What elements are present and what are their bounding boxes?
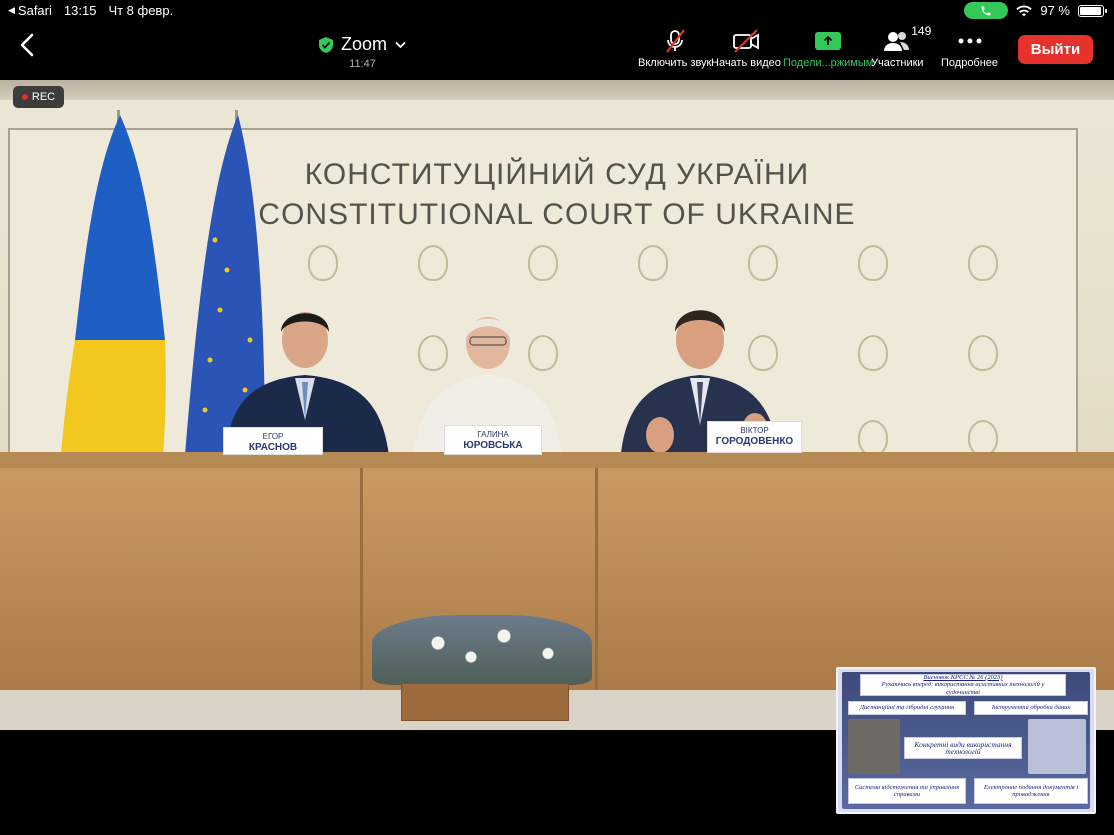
nameplate-first-name: ЕГОР [262, 432, 284, 441]
ukraine-flag [75, 115, 165, 340]
phone-icon [981, 6, 991, 15]
video-feed[interactable]: КОНСТИТУЦІЙНИЙ СУД УКРАЇНИ CONSTITUTIONA… [0, 80, 1114, 730]
wifi-icon [1016, 5, 1032, 16]
slide-photo-courtroom [848, 719, 900, 774]
court-emblem [858, 420, 888, 456]
battery-percent: 97 % [1040, 3, 1070, 18]
rec-label: REC [31, 91, 56, 103]
nameplate-first-name: ГАЛИНА [477, 430, 509, 439]
unmute-label: Включить звук [638, 57, 712, 69]
back-triangle-icon: ◀ [8, 5, 15, 15]
shared-slide-thumbnail[interactable]: Висновок КРЄС № 26 (2023) Рухаючись впер… [836, 667, 1096, 814]
court-emblem [968, 420, 998, 456]
recording-indicator: REC [13, 86, 64, 108]
share-screen-icon [815, 32, 842, 50]
ceiling [0, 80, 1114, 102]
recording-dot-icon [21, 94, 28, 100]
court-emblem [968, 245, 998, 281]
shield-check-icon [318, 36, 333, 53]
nameplate-yurovska: ГАЛИНА ЮРОВСЬКА [444, 425, 542, 455]
microphone-muted-icon [665, 29, 685, 53]
flower-arrangement [372, 615, 592, 685]
more-label: Подробнее [941, 57, 999, 69]
participants-count: 149 [911, 24, 932, 38]
nameplate-gorodovenko: ВІКТОР ГОРОДОВЕНКО [707, 421, 802, 453]
desk-panel-divider [360, 468, 363, 700]
court-emblem [858, 245, 888, 281]
desk-panel-divider [595, 468, 598, 700]
start-video-button[interactable]: Начать видео [711, 28, 781, 69]
court-emblem [858, 335, 888, 371]
more-button[interactable]: Подробнее [941, 28, 998, 69]
unmute-button[interactable]: Включить звук [638, 28, 711, 69]
slide-box-efiling: Електронне подання документів і провадже… [974, 778, 1088, 804]
back-button[interactable] [14, 30, 40, 60]
ellipsis-icon [958, 38, 982, 44]
ios-status-bar: ◀ Safari 13:15 Чт 8 февр. 97 % [0, 0, 1114, 22]
status-date: Чт 8 февр. [108, 3, 174, 18]
slide-header-box: Висновок КРЄС № 26 (2023) Рухаючись впер… [860, 674, 1066, 696]
nameplate-last-name: ЮРОВСЬКА [463, 440, 523, 451]
chevron-down-icon [395, 41, 406, 48]
meeting-title-button[interactable]: Zoom 11:47 [310, 34, 415, 70]
court-emblem [418, 245, 448, 281]
battery-icon [1078, 4, 1107, 17]
participants-button[interactable]: 149 Участники [871, 24, 931, 69]
participants-label: Участники [871, 57, 924, 69]
court-emblem [748, 245, 778, 281]
meeting-title: Zoom [340, 34, 387, 54]
zoom-toolbar: Zoom 11:47 Включить звук Начать видео По… [0, 22, 1114, 76]
start-video-label: Начать видео [711, 57, 781, 69]
slide-box-center: Конкретні види використання технологій [904, 737, 1022, 759]
status-time: 13:15 [63, 3, 97, 18]
court-emblem [638, 245, 668, 281]
share-content-button[interactable]: Подели...ржимым [783, 28, 873, 69]
court-emblem [968, 335, 998, 371]
back-to-app-link[interactable]: ◀ Safari [8, 3, 52, 18]
chevron-left-icon [20, 33, 34, 57]
slide-box-case-tracking: Система відстеження та управління справа… [848, 778, 966, 804]
meeting-timer: 11:47 [349, 58, 376, 70]
slide-box-data-tools: Інструменти обробки даних [974, 701, 1088, 715]
slide-photo-documents [1028, 719, 1086, 774]
nameplate-first-name: ВІКТОР [740, 426, 769, 435]
participants-icon [884, 32, 910, 51]
back-app-label: Safari [17, 3, 52, 18]
court-emblem [528, 245, 558, 281]
leave-button[interactable]: Выйти [1018, 35, 1093, 64]
active-call-pill[interactable] [964, 2, 1009, 19]
flower-planter [401, 683, 569, 721]
court-emblem [308, 245, 338, 281]
share-content-label: Подели...ржимым [783, 57, 874, 69]
nameplate-last-name: ГОРОДОВЕНКО [715, 436, 794, 447]
slide-header-line1: Висновок КРЄС № 26 (2023) [923, 673, 1003, 681]
nameplate-last-name: КРАСНОВ [248, 442, 298, 453]
desk-top [0, 452, 1114, 468]
slide-box-remote-hearings: Дистанційні та гібридні слухання [848, 701, 966, 715]
nameplate-krasnov: ЕГОР КРАСНОВ [223, 427, 323, 455]
slide-header-line2: Рухаючись вперед: використання асистивни… [881, 681, 1045, 696]
video-camera-off-icon [733, 29, 759, 53]
